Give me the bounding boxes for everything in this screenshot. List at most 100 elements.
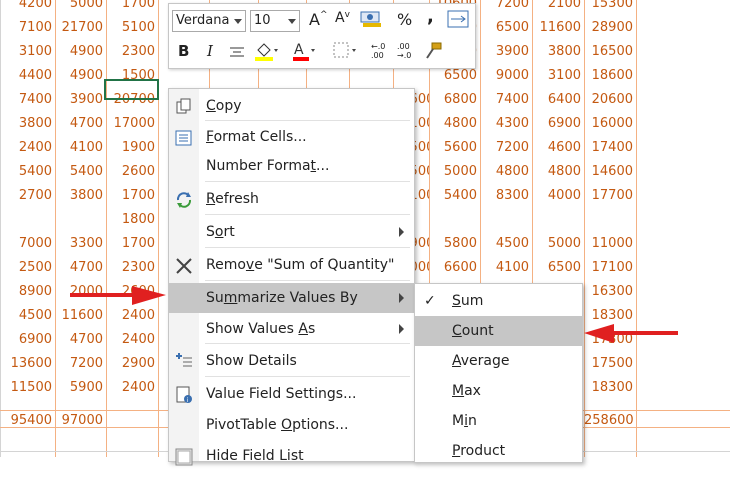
- fill-color-icon[interactable]: [253, 40, 279, 62]
- menu-item-remove-sum-of-quantity[interactable]: Remove "Sum of Quantity": [169, 250, 414, 280]
- table-cell[interactable]: 11600: [55, 307, 106, 331]
- table-cell[interactable]: 3100: [532, 67, 584, 91]
- table-cell[interactable]: 2100: [532, 0, 584, 19]
- table-cell[interactable]: 8300: [480, 187, 532, 211]
- table-cell[interactable]: 7200: [480, 139, 532, 163]
- table-cell[interactable]: 4700: [55, 115, 106, 139]
- table-cell[interactable]: 7200: [480, 0, 532, 19]
- table-cell[interactable]: 2400: [0, 139, 55, 163]
- table-cell[interactable]: 3300: [55, 235, 106, 259]
- table-cell[interactable]: 6500: [532, 259, 584, 283]
- table-cell[interactable]: 2700: [0, 187, 55, 211]
- menu-item-summarize-values-by[interactable]: Summarize Values By: [169, 283, 414, 313]
- menu-item-show-details[interactable]: Show Details: [169, 346, 414, 376]
- table-cell[interactable]: 7400: [480, 91, 532, 115]
- table-cell[interactable]: 3100: [0, 43, 55, 67]
- table-cell[interactable]: 17000: [106, 115, 158, 139]
- table-cell[interactable]: 3800: [55, 187, 106, 211]
- table-cell[interactable]: 16500: [584, 43, 636, 67]
- increase-font-size-icon[interactable]: A^: [309, 10, 328, 29]
- table-cell[interactable]: 17500: [584, 355, 636, 379]
- font-color-icon[interactable]: A: [291, 40, 317, 62]
- table-cell[interactable]: 95400: [0, 412, 55, 436]
- table-cell[interactable]: 3800: [0, 115, 55, 139]
- table-cell[interactable]: 4600: [532, 139, 584, 163]
- table-cell[interactable]: 4500: [0, 307, 55, 331]
- table-cell[interactable]: 7200: [55, 355, 106, 379]
- table-cell[interactable]: 5800: [429, 235, 480, 259]
- table-cell[interactable]: 1700: [106, 235, 158, 259]
- table-cell[interactable]: 4000: [532, 187, 584, 211]
- table-cell[interactable]: 8900: [0, 283, 55, 307]
- menu-item-number-format[interactable]: Number Format...: [169, 151, 414, 181]
- menu-item-hide-field-list[interactable]: Hide Field List: [169, 441, 414, 471]
- menu-item-copy[interactable]: Copy: [169, 91, 414, 121]
- table-cell[interactable]: 258600: [584, 412, 636, 436]
- table-cell[interactable]: 4200: [0, 0, 55, 19]
- table-cell[interactable]: 4900: [55, 43, 106, 67]
- table-cell[interactable]: 1700: [106, 187, 158, 211]
- font-size-dropdown[interactable]: 10: [250, 10, 300, 32]
- table-cell[interactable]: 4100: [480, 259, 532, 283]
- table-cell[interactable]: 21700: [55, 19, 106, 43]
- table-cell[interactable]: 3900: [480, 43, 532, 67]
- table-cell[interactable]: 4300: [480, 115, 532, 139]
- table-cell[interactable]: 17300: [584, 331, 636, 355]
- table-cell[interactable]: 17100: [584, 259, 636, 283]
- accounting-format-icon[interactable]: [359, 9, 383, 27]
- table-cell[interactable]: 2500: [0, 259, 55, 283]
- submenu-item-min[interactable]: Min: [415, 406, 582, 436]
- table-cell[interactable]: 6900: [532, 115, 584, 139]
- wrap-text-icon[interactable]: [447, 10, 469, 28]
- table-cell[interactable]: 4900: [55, 67, 106, 91]
- table-cell[interactable]: 5100: [106, 19, 158, 43]
- menu-item-pivottable-options[interactable]: PivotTable Options...: [169, 410, 414, 440]
- table-cell[interactable]: 5900: [55, 379, 106, 403]
- table-cell[interactable]: 20600: [584, 91, 636, 115]
- table-cell[interactable]: 1900: [106, 139, 158, 163]
- table-cell[interactable]: [429, 211, 480, 235]
- bold-button[interactable]: B: [178, 42, 189, 60]
- table-cell[interactable]: 6900: [0, 331, 55, 355]
- table-cell[interactable]: 17400: [584, 139, 636, 163]
- table-cell[interactable]: 97000: [55, 412, 106, 436]
- borders-icon[interactable]: [333, 42, 359, 60]
- table-cell[interactable]: 7100: [0, 19, 55, 43]
- table-cell[interactable]: 11600: [532, 19, 584, 43]
- table-cell[interactable]: [584, 211, 636, 235]
- table-cell[interactable]: 2400: [106, 331, 158, 355]
- table-cell[interactable]: 5000: [532, 235, 584, 259]
- table-cell[interactable]: 9000: [480, 67, 532, 91]
- table-cell[interactable]: 6400: [532, 91, 584, 115]
- percent-style-button[interactable]: %: [397, 10, 412, 29]
- table-cell[interactable]: 17700: [584, 187, 636, 211]
- table-cell[interactable]: 2600: [106, 163, 158, 187]
- table-cell[interactable]: 4400: [0, 67, 55, 91]
- table-cell[interactable]: 6500: [429, 67, 480, 91]
- table-cell[interactable]: 2400: [106, 307, 158, 331]
- table-cell[interactable]: 7000: [0, 235, 55, 259]
- table-cell[interactable]: 5600: [429, 139, 480, 163]
- table-cell[interactable]: 11000: [584, 235, 636, 259]
- table-cell[interactable]: 3800: [532, 43, 584, 67]
- table-cell[interactable]: 3900: [55, 91, 106, 115]
- table-cell[interactable]: 2900: [106, 355, 158, 379]
- align-center-icon[interactable]: [229, 45, 245, 59]
- table-cell[interactable]: 2300: [106, 43, 158, 67]
- table-cell[interactable]: 5400: [0, 163, 55, 187]
- table-cell[interactable]: 2400: [106, 379, 158, 403]
- table-cell[interactable]: 16000: [584, 115, 636, 139]
- table-cell[interactable]: 6800: [429, 91, 480, 115]
- table-cell[interactable]: 15300: [584, 0, 636, 19]
- submenu-item-count[interactable]: Count: [415, 316, 582, 346]
- menu-item-format-cells[interactable]: Format Cells...: [169, 122, 414, 152]
- table-cell[interactable]: 2300: [106, 259, 158, 283]
- table-cell[interactable]: 5400: [55, 163, 106, 187]
- submenu-item-product[interactable]: Product: [415, 436, 582, 466]
- table-cell[interactable]: 28900: [584, 19, 636, 43]
- table-cell[interactable]: 4100: [55, 139, 106, 163]
- table-cell[interactable]: 2000: [55, 283, 106, 307]
- table-cell[interactable]: 6500: [480, 19, 532, 43]
- table-cell[interactable]: 4700: [55, 259, 106, 283]
- table-cell[interactable]: 14600: [584, 163, 636, 187]
